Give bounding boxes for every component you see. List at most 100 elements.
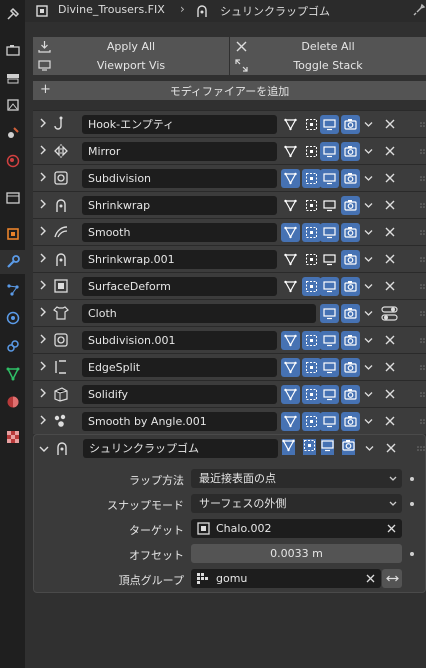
close-icon[interactable]	[385, 173, 395, 183]
render-toggle[interactable]	[341, 250, 360, 269]
modifier-row[interactable]: Smooth	[33, 218, 426, 245]
modifier-row[interactable]: Shrinkwrap.001	[33, 245, 426, 272]
drag-handle-icon[interactable]	[420, 338, 426, 344]
render-toggle[interactable]	[341, 196, 360, 215]
edit-mode-toggle[interactable]	[302, 385, 321, 404]
tab-render[interactable]	[0, 38, 25, 62]
close-icon[interactable]	[385, 335, 395, 345]
edit-mode-toggle[interactable]	[303, 439, 316, 455]
chevron-right-icon[interactable]	[38, 388, 48, 398]
chevron-down-icon[interactable]	[364, 174, 373, 183]
drag-handle-icon[interactable]	[420, 149, 426, 155]
render-toggle[interactable]	[341, 358, 360, 377]
drag-handle-icon[interactable]	[420, 176, 426, 182]
offset-field[interactable]: 0.0033 m	[191, 544, 402, 563]
on-cage-toggle[interactable]	[281, 223, 300, 242]
tab-modifiers[interactable]	[0, 250, 25, 274]
drag-handle-icon[interactable]	[420, 365, 426, 371]
chevron-down-icon[interactable]	[364, 282, 373, 291]
modifier-name-field[interactable]: シュリンクラップゴム	[83, 439, 278, 458]
tab-particles[interactable]	[0, 278, 25, 302]
chevron-down-icon[interactable]	[364, 363, 373, 372]
close-icon[interactable]	[385, 254, 395, 264]
tab-output[interactable]	[0, 66, 25, 90]
chevron-right-icon[interactable]	[38, 307, 48, 317]
on-cage-toggle[interactable]	[282, 439, 295, 455]
keyframe-dot[interactable]	[410, 477, 414, 481]
on-cage-toggle[interactable]	[281, 358, 300, 377]
chevron-right-icon[interactable]	[38, 226, 48, 236]
modifier-row[interactable]: SurfaceDeform	[33, 272, 426, 299]
modifier-name-field[interactable]: Mirror	[82, 142, 277, 161]
tab-view-layer[interactable]	[0, 93, 25, 117]
chevron-right-icon[interactable]	[38, 361, 48, 371]
keyframe-dot[interactable]	[410, 552, 414, 556]
viewport-toggle[interactable]	[320, 223, 339, 242]
render-toggle[interactable]	[342, 439, 355, 455]
viewport-toggle[interactable]	[320, 358, 339, 377]
viewport-toggle[interactable]	[320, 142, 339, 161]
viewport-toggle[interactable]	[320, 250, 339, 269]
chevron-right-icon[interactable]	[38, 172, 48, 182]
modifier-name-field[interactable]: Subdivision.001	[82, 331, 277, 350]
modifier-name-field[interactable]: Smooth	[82, 223, 277, 242]
edit-mode-toggle[interactable]	[302, 142, 321, 161]
drag-handle-icon[interactable]	[420, 311, 426, 317]
close-icon[interactable]	[386, 443, 396, 453]
render-toggle[interactable]	[341, 142, 360, 161]
viewport-toggle[interactable]	[320, 412, 339, 431]
tab-object[interactable]	[0, 222, 25, 246]
drag-handle-icon[interactable]	[420, 230, 426, 236]
close-icon[interactable]	[385, 146, 395, 156]
chevron-down-icon[interactable]	[364, 417, 373, 426]
close-icon[interactable]	[385, 389, 395, 399]
viewport-toggle[interactable]	[320, 331, 339, 350]
chevron-right-icon[interactable]	[38, 145, 48, 155]
tab-texture[interactable]	[0, 425, 25, 449]
edit-mode-toggle[interactable]	[302, 169, 321, 188]
modifier-name-field[interactable]: Shrinkwrap	[82, 196, 277, 215]
modifier-name-field[interactable]: Hook-エンプティ	[82, 115, 277, 134]
edit-mode-toggle[interactable]	[302, 223, 321, 242]
chevron-down-icon[interactable]	[364, 120, 373, 129]
modifier-row[interactable]: Subdivision	[33, 164, 426, 191]
tab-world[interactable]	[0, 149, 25, 173]
viewport-toggle[interactable]	[320, 196, 339, 215]
add-modifier-button[interactable]: + モディファイアーを追加	[33, 81, 426, 100]
chevron-right-icon[interactable]	[38, 334, 48, 344]
drag-handle-icon[interactable]	[420, 419, 426, 425]
on-cage-toggle[interactable]	[281, 412, 300, 431]
chevron-down-icon[interactable]	[365, 444, 374, 453]
pin-icon[interactable]	[412, 3, 426, 17]
modifier-name-field[interactable]: SurfaceDeform	[82, 277, 277, 296]
viewport-toggle[interactable]	[321, 439, 334, 455]
render-toggle[interactable]	[341, 115, 360, 134]
modifier-row[interactable]: EdgeSplit	[33, 353, 426, 380]
chevron-down-icon[interactable]	[364, 309, 373, 318]
chevron-right-icon[interactable]	[38, 199, 48, 209]
render-toggle[interactable]	[341, 304, 360, 323]
toggle-stack-button[interactable]: Toggle Stack	[230, 56, 426, 75]
edit-mode-toggle[interactable]	[302, 250, 321, 269]
close-icon[interactable]	[385, 227, 395, 237]
on-cage-toggle[interactable]	[281, 142, 300, 161]
modifier-row[interactable]: Shrinkwrap	[33, 191, 426, 218]
chevron-down-icon[interactable]	[364, 255, 373, 264]
viewport-vis-button[interactable]: Viewport Vis	[33, 56, 229, 75]
tab-scene[interactable]	[0, 121, 25, 145]
edit-mode-toggle[interactable]	[302, 196, 321, 215]
vertex-group-field[interactable]: gomu	[191, 569, 381, 588]
on-cage-toggle[interactable]	[281, 385, 300, 404]
viewport-toggle[interactable]	[320, 277, 339, 296]
physics-settings-icon[interactable]	[381, 305, 398, 322]
chevron-down-icon[interactable]	[364, 336, 373, 345]
tab-tool[interactable]	[0, 2, 25, 26]
drag-handle-icon[interactable]	[420, 203, 426, 209]
close-icon[interactable]	[387, 524, 396, 533]
close-icon[interactable]	[385, 281, 395, 291]
modifier-name-field[interactable]: Solidify	[82, 385, 277, 404]
close-icon[interactable]	[366, 574, 375, 583]
tab-material[interactable]	[0, 390, 25, 414]
render-toggle[interactable]	[341, 169, 360, 188]
modifier-row[interactable]: Mirror	[33, 137, 426, 164]
